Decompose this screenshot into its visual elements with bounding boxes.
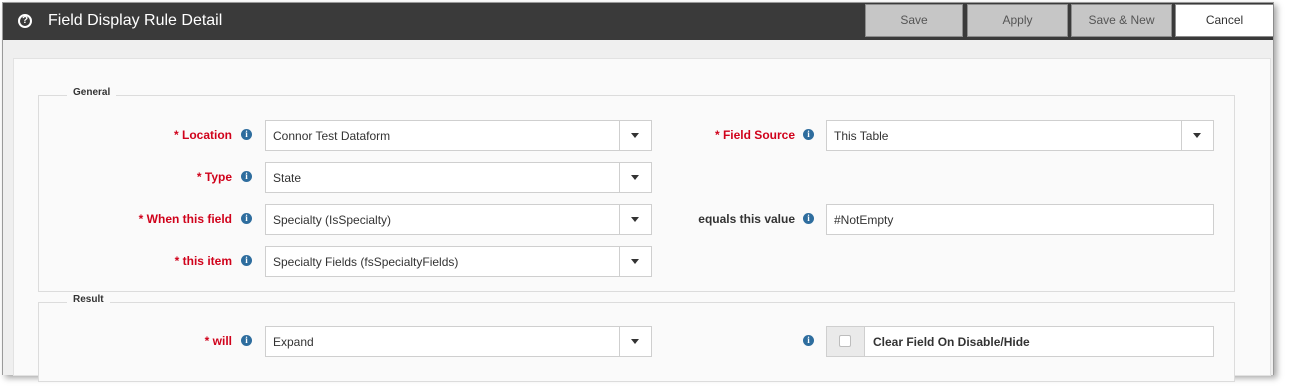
will-label: * will: [204, 334, 232, 348]
chevron-down-icon: [631, 175, 639, 180]
when-field-value: Specialty (IsSpecialty): [273, 213, 392, 227]
will-select[interactable]: Expand: [265, 326, 652, 357]
chevron-down-icon: [631, 133, 639, 138]
when-field-dropdown-arrow[interactable]: [619, 205, 651, 234]
title-bar: ? Field Display Rule Detail Save Apply S…: [3, 3, 1274, 40]
location-select[interactable]: Connor Test Dataform: [265, 120, 652, 151]
type-dropdown-arrow[interactable]: [619, 163, 651, 192]
type-info-icon[interactable]: i: [241, 171, 252, 182]
will-value: Expand: [273, 335, 314, 349]
equals-value-input[interactable]: [826, 204, 1214, 235]
location-value: Connor Test Dataform: [273, 129, 391, 143]
field-display-rule-dialog: ? Field Display Rule Detail Save Apply S…: [2, 2, 1274, 382]
chevron-down-icon: [631, 217, 639, 222]
will-info-icon[interactable]: i: [241, 335, 252, 346]
result-legend: Result: [67, 294, 110, 305]
checkbox-area[interactable]: [827, 327, 865, 356]
clear-field-info-icon[interactable]: i: [803, 335, 814, 346]
equals-value-label: equals this value: [698, 212, 795, 226]
chevron-down-icon: [1193, 133, 1201, 138]
save-button[interactable]: Save: [865, 4, 963, 37]
field-source-label: * Field Source: [714, 128, 795, 142]
when-field-info-icon[interactable]: i: [241, 213, 252, 224]
dialog-content: General * Location i Connor Test Datafor…: [3, 40, 1273, 382]
type-label: * Type: [196, 170, 232, 184]
type-value: State: [273, 171, 302, 185]
general-legend: General: [67, 87, 117, 98]
this-item-label: * this item: [174, 254, 232, 268]
apply-button[interactable]: Apply: [967, 4, 1068, 37]
chevron-down-icon: [631, 259, 639, 264]
will-dropdown-arrow[interactable]: [619, 327, 651, 356]
clear-field-checkbox[interactable]: [839, 335, 851, 347]
clear-field-checkbox-group[interactable]: Clear Field On Disable/Hide: [826, 326, 1214, 357]
field-source-dropdown-arrow[interactable]: [1181, 121, 1213, 150]
location-info-icon[interactable]: i: [241, 129, 252, 140]
location-dropdown-arrow[interactable]: [619, 121, 651, 150]
this-item-select[interactable]: Specialty Fields (fsSpecialtyFields): [265, 246, 652, 277]
cancel-button[interactable]: Cancel: [1175, 4, 1274, 37]
chevron-down-icon: [631, 339, 639, 344]
save-and-new-button[interactable]: Save & New: [1071, 4, 1172, 37]
when-field-label: * When this field: [138, 212, 232, 226]
clear-field-label: Clear Field On Disable/Hide: [873, 335, 1030, 349]
field-source-value: This Table: [834, 129, 889, 143]
question-circle-icon[interactable]: ?: [18, 14, 32, 28]
equals-value-info-icon[interactable]: i: [803, 213, 814, 224]
this-item-dropdown-arrow[interactable]: [619, 247, 651, 276]
this-item-info-icon[interactable]: i: [241, 255, 252, 266]
dialog-title: Field Display Rule Detail: [48, 12, 223, 29]
type-select[interactable]: State: [265, 162, 652, 193]
field-source-select[interactable]: This Table: [826, 120, 1214, 151]
field-source-info-icon[interactable]: i: [803, 129, 814, 140]
location-label: * Location: [173, 128, 232, 142]
when-field-select[interactable]: Specialty (IsSpecialty): [265, 204, 652, 235]
this-item-value: Specialty Fields (fsSpecialtyFields): [273, 255, 459, 269]
